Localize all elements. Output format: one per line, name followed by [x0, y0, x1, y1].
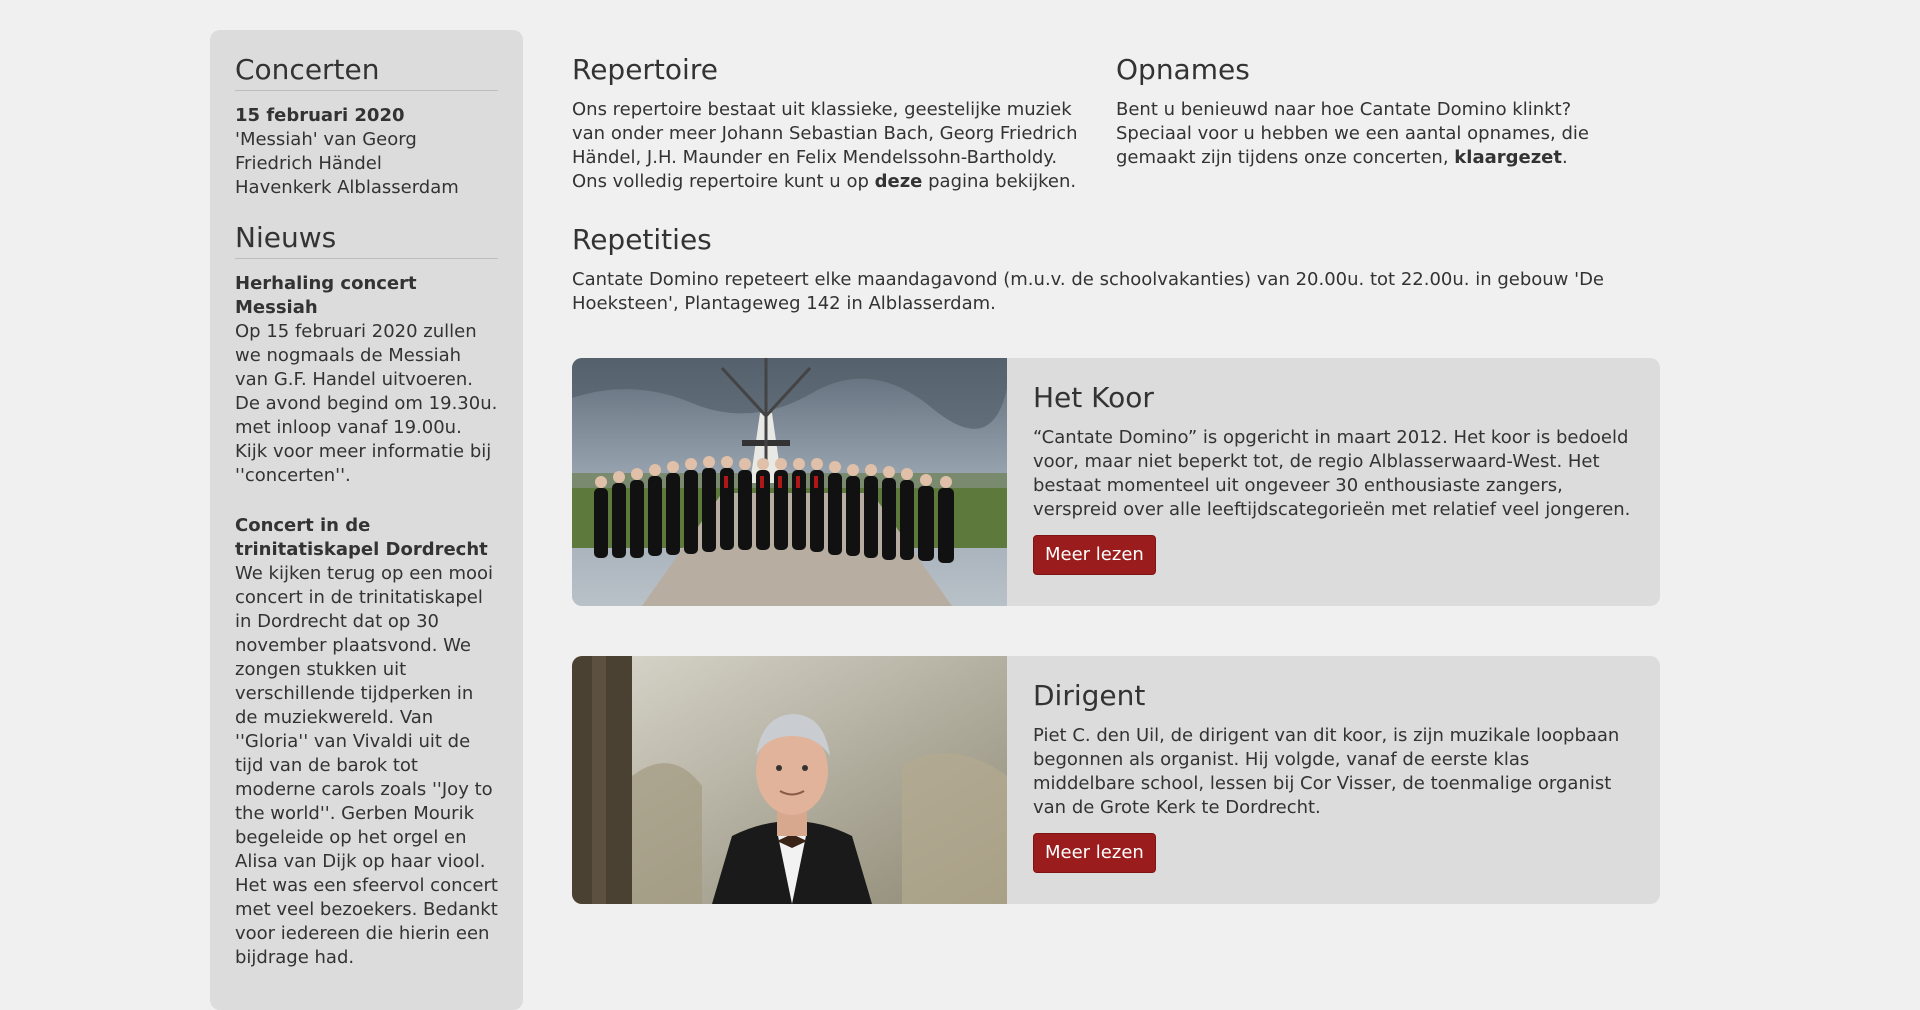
- concert-title: 'Messiah' van Georg Friedrich Händel: [235, 129, 417, 174]
- dirigent-read-more-button[interactable]: Meer lezen: [1033, 833, 1156, 873]
- koor-title: Het Koor: [1033, 381, 1154, 414]
- news-item: Herhaling concert Messiah Op 15 februari…: [235, 272, 498, 488]
- repetities-heading: Repetities: [572, 223, 712, 256]
- opnames-section: Opnames Bent u benieuwd naar hoe Cantate…: [1116, 52, 1636, 170]
- repertoire-section: Repertoire Ons repertoire bestaat uit kl…: [572, 52, 1092, 194]
- choir-photo: [572, 358, 1007, 606]
- dirigent-card-body: Dirigent Piet C. den Uil, de dirigent va…: [1033, 678, 1633, 873]
- repertoire-heading: Repertoire: [572, 53, 718, 86]
- koor-read-more-button[interactable]: Meer lezen: [1033, 535, 1156, 575]
- nieuws-heading: Nieuws: [235, 220, 498, 259]
- concerten-heading: Concerten: [235, 52, 498, 91]
- news-item-title: Concert in de trinitatiskapel Dordrecht: [235, 515, 488, 560]
- koor-card-body: Het Koor “Cantate Domino” is opgericht i…: [1033, 380, 1633, 575]
- koor-card: Het Koor “Cantate Domino” is opgericht i…: [572, 358, 1660, 606]
- news-item-body: We kijken terug op een mooi concert in d…: [235, 563, 498, 968]
- repetities-text: Cantate Domino repeteert elke maandagavo…: [572, 269, 1605, 314]
- concert-date: 15 februari 2020: [235, 105, 405, 126]
- repertoire-text-after: pagina bekijken.: [922, 171, 1077, 192]
- news-item: Concert in de trinitatiskapel Dordrecht …: [235, 514, 498, 970]
- news-item-body: Op 15 februari 2020 zullen we nogmaals d…: [235, 321, 498, 486]
- concert-location: Havenkerk Alblasserdam: [235, 177, 459, 198]
- sidebar: Concerten 15 februari 2020 'Messiah' van…: [210, 30, 523, 1010]
- dirigent-card: Dirigent Piet C. den Uil, de dirigent va…: [572, 656, 1660, 904]
- dirigent-title: Dirigent: [1033, 679, 1146, 712]
- repertoire-link[interactable]: deze: [875, 171, 923, 192]
- repetities-section: Repetities Cantate Domino repeteert elke…: [572, 222, 1672, 316]
- opnames-text-after: .: [1562, 147, 1568, 168]
- news-item-title: Herhaling concert Messiah: [235, 273, 417, 318]
- repertoire-text: Ons repertoire bestaat uit klassieke, ge…: [572, 98, 1092, 194]
- opnames-heading: Opnames: [1116, 53, 1250, 86]
- conductor-photo: [572, 656, 1007, 904]
- koor-text: “Cantate Domino” is opgericht in maart 2…: [1033, 427, 1631, 520]
- dirigent-text: Piet C. den Uil, de dirigent van dit koo…: [1033, 725, 1620, 818]
- opnames-link[interactable]: klaargezet: [1454, 147, 1562, 168]
- opnames-text: Bent u benieuwd naar hoe Cantate Domino …: [1116, 98, 1636, 170]
- concert-details: 'Messiah' van Georg Friedrich Händel Hav…: [235, 128, 498, 200]
